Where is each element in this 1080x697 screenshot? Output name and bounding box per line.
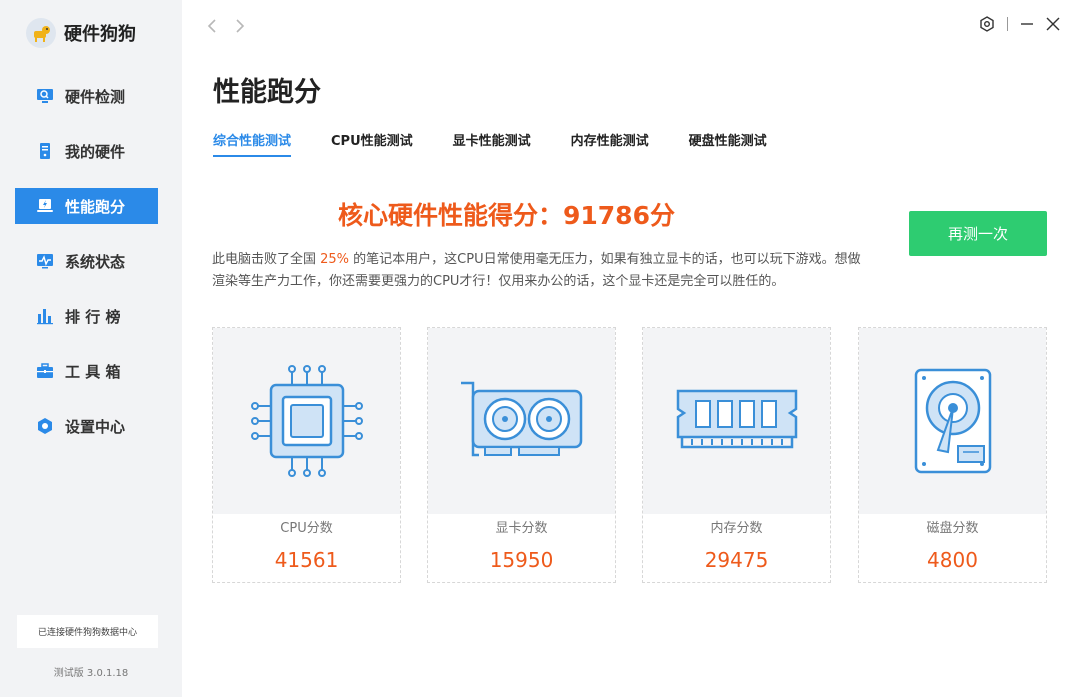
forward-arrow-icon[interactable] — [235, 18, 245, 39]
sidebar-item-label: 性能跑分 — [65, 197, 126, 216]
app-name: 硬件狗狗 — [64, 24, 136, 45]
connection-status: 已连接硬件狗狗数据中心 — [17, 615, 158, 648]
description-prefix: 此电脑击败了全国 — [212, 252, 321, 267]
version-label: 测试版 3.0.1.18 — [53, 668, 129, 679]
sidebar-item-label: 排 行 榜 — [65, 307, 121, 326]
brand: 硬件狗狗 — [26, 18, 136, 48]
sidebar-item-label: 设置中心 — [65, 417, 126, 436]
tab-cpu[interactable]: CPU性能测试 — [331, 130, 413, 157]
benchmark-tabs: 综合性能测试 CPU性能测试 显卡性能测试 内存性能测试 硬盘性能测试 — [213, 130, 807, 157]
card-artwork — [428, 328, 615, 514]
sidebar-item-my-hardware[interactable]: 我的硬件 — [15, 133, 158, 169]
minimize-icon[interactable] — [1020, 17, 1034, 31]
dog-logo-icon — [26, 18, 56, 48]
gpu-score-card: 显卡分数 15950 — [427, 327, 616, 583]
watermark-text: 什么值得买 — [976, 662, 1066, 683]
sidebar: 硬件狗狗 硬件检测 我的硬件 性能跑分 系统状态 排 行 榜 工 具 箱 设置中… — [0, 0, 182, 697]
back-arrow-icon[interactable] — [207, 18, 217, 39]
tab-disk[interactable]: 硬盘性能测试 — [689, 130, 767, 157]
memory-score-card: 内存分数 29475 — [642, 327, 831, 583]
percent-beaten: 25% — [320, 252, 350, 267]
disk-score-card: 磁盘分数 4800 — [858, 327, 1047, 583]
card-label: 内存分数 — [710, 521, 763, 536]
card-value: 15950 — [489, 548, 554, 572]
tab-overall[interactable]: 综合性能测试 — [213, 130, 292, 157]
laptop-bolt-icon — [35, 196, 55, 216]
sidebar-item-label: 我的硬件 — [65, 142, 126, 161]
card-value: 4800 — [927, 548, 978, 572]
close-icon[interactable] — [1046, 17, 1060, 31]
card-label: 显卡分数 — [495, 521, 548, 536]
watermark-logo-icon: 值 — [942, 657, 970, 685]
sidebar-item-settings[interactable]: 设置中心 — [15, 408, 158, 444]
toolbox-icon — [35, 361, 55, 381]
tab-memory[interactable]: 内存性能测试 — [571, 130, 649, 157]
sidebar-item-benchmark[interactable]: 性能跑分 — [15, 188, 158, 224]
bar-chart-icon — [35, 306, 55, 326]
history-nav — [207, 18, 245, 39]
page-title: 性能跑分 — [213, 77, 321, 108]
pc-tower-icon — [35, 141, 55, 161]
card-label: CPU分数 — [280, 521, 333, 536]
score-description: 此电脑击败了全国 25% 的笔记本用户，这CPU日常使用毫无压力，如果有独立显卡… — [212, 249, 862, 293]
pulse-icon — [35, 251, 55, 271]
divider — [1007, 17, 1008, 31]
cpu-chip-icon — [250, 365, 363, 477]
tab-gpu[interactable]: 显卡性能测试 — [453, 130, 531, 157]
retest-button[interactable]: 再测一次 — [909, 211, 1047, 256]
card-artwork — [643, 328, 830, 514]
sidebar-item-system-status[interactable]: 系统状态 — [15, 243, 158, 279]
sidebar-item-toolbox[interactable]: 工 具 箱 — [15, 353, 158, 389]
settings-gear-icon[interactable] — [979, 16, 995, 32]
card-value: 41561 — [274, 548, 339, 572]
graphics-card-icon — [460, 381, 582, 457]
hard-disk-icon — [914, 368, 991, 474]
sidebar-nav: 硬件检测 我的硬件 性能跑分 系统状态 排 行 榜 工 具 箱 设置中心 — [15, 78, 158, 463]
ram-module-icon — [676, 389, 797, 449]
window-controls — [979, 16, 1060, 32]
card-artwork — [859, 328, 1046, 514]
cpu-score-card: CPU分数 41561 — [212, 327, 401, 583]
site-watermark: 值 什么值得买 — [942, 657, 1066, 685]
total-score: 核心硬件性能得分：91786分 — [338, 201, 675, 230]
sidebar-item-rankings[interactable]: 排 行 榜 — [15, 298, 158, 334]
card-label: 磁盘分数 — [926, 521, 979, 536]
sidebar-item-label: 工 具 箱 — [65, 362, 121, 381]
settings-hex-icon — [35, 416, 55, 436]
sidebar-item-label: 硬件检测 — [65, 87, 126, 106]
card-artwork — [213, 328, 400, 514]
sidebar-item-hardware-detect[interactable]: 硬件检测 — [15, 78, 158, 114]
sidebar-item-label: 系统状态 — [65, 252, 126, 271]
card-value: 29475 — [704, 548, 769, 572]
monitor-search-icon — [35, 86, 55, 106]
